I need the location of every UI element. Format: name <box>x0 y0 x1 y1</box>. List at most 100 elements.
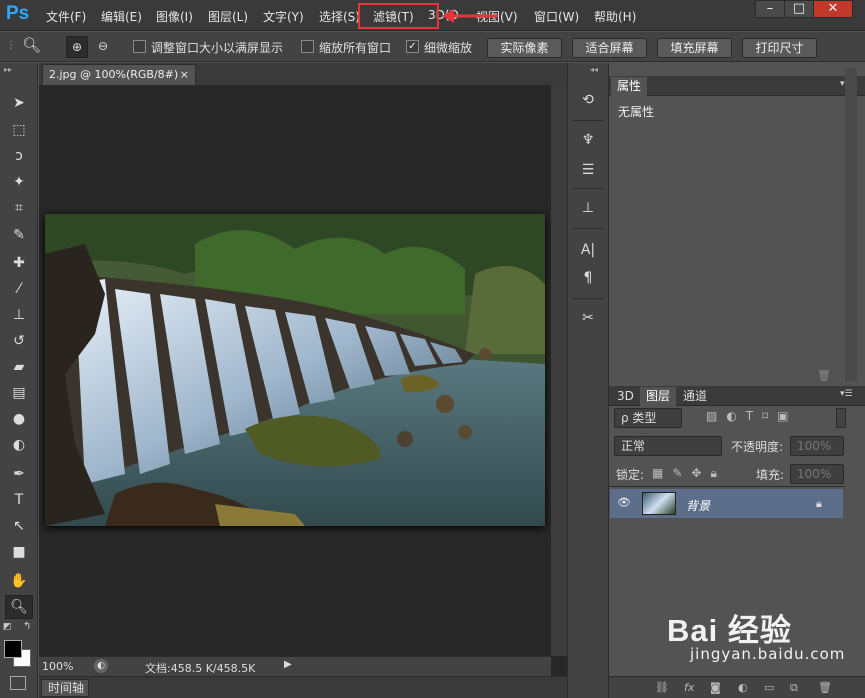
rectangle-tool-icon[interactable]: ■ <box>5 540 33 564</box>
filter-toggle[interactable] <box>836 408 846 428</box>
tab-close-icon[interactable]: × <box>180 65 189 84</box>
tab-layers[interactable]: 图层 <box>640 387 677 406</box>
menu-layer[interactable]: 图层(L) <box>208 8 248 25</box>
crop-tool-icon[interactable]: ⌗ <box>5 196 33 220</box>
document-tab-title: 2.jpg @ 100%(RGB/8#) <box>49 68 179 81</box>
properties-trash-icon[interactable]: 🗑︎ <box>817 369 831 382</box>
properties-scrollbar[interactable] <box>845 68 857 381</box>
tools-collapse-icon[interactable]: ▸▸ <box>4 65 12 74</box>
properties-empty-label: 无属性 <box>618 105 655 119</box>
zoom-tool-selected-icon[interactable]: 🔍︎ <box>5 595 33 619</box>
document-tab[interactable]: 2.jpg @ 100%(RGB/8#) × <box>42 64 196 85</box>
zoom-all-windows-checkbox[interactable] <box>301 40 314 53</box>
eyedropper-tool-icon[interactable]: ✎ <box>5 223 33 247</box>
tab-properties[interactable]: 属性 <box>611 77 648 96</box>
timeline-panel-tab[interactable]: 时间轴 <box>39 676 567 698</box>
print-size-button[interactable]: 打印尺寸 <box>742 38 817 58</box>
character-panel-icon[interactable]: A| <box>570 238 606 262</box>
close-icon[interactable]: ✕ <box>813 0 853 18</box>
timeline-tab-label[interactable]: 时间轴 <box>41 679 89 697</box>
history-brush-tool-icon[interactable]: ↺ <box>5 329 33 353</box>
baidu-watermark-logo: Bai 经验 <box>667 613 792 648</box>
lock-icons[interactable]: ▦✎✥🔒︎ <box>652 466 726 481</box>
document-image-waterfall <box>45 214 545 526</box>
menu-type[interactable]: 文字(Y) <box>263 8 304 25</box>
move-tool-icon[interactable]: ➤ <box>5 91 33 115</box>
status-info-icon[interactable]: ◐ <box>94 659 108 673</box>
menu-file[interactable]: 文件(F) <box>46 8 86 25</box>
options-grip-icon: ⋮ <box>6 40 16 51</box>
hand-tool-icon[interactable]: ✋ <box>5 569 33 593</box>
eraser-tool-icon[interactable]: ▰ <box>5 355 33 379</box>
menu-select[interactable]: 选择(S) <box>319 8 360 25</box>
menu-image[interactable]: 图像(I) <box>156 8 193 25</box>
layers-menu-icon[interactable]: ▾☰ <box>840 389 853 399</box>
layer-visibility-eye-icon[interactable]: 👁︎ <box>617 496 631 509</box>
delete-layer-icon[interactable]: 🗑︎ <box>818 681 832 694</box>
new-group-icon[interactable]: ▭ <box>764 681 774 694</box>
lasso-tool-icon[interactable]: ↄ <box>5 144 33 168</box>
strip-separator <box>572 188 604 189</box>
quick-mask-icon[interactable] <box>10 676 26 690</box>
scrubby-zoom-checkbox[interactable]: ✓ <box>406 40 419 53</box>
strip-separator <box>572 298 604 299</box>
foreground-color-swatch[interactable] <box>4 640 22 658</box>
link-layers-icon[interactable]: ⛓ <box>655 681 669 694</box>
fill-screen-button[interactable]: 填充屏幕 <box>657 38 732 58</box>
properties-tab-row <box>609 76 865 96</box>
brush-panel-icon[interactable]: ♆ <box>570 128 606 152</box>
zoom-in-icon[interactable]: ⊕ <box>66 36 88 58</box>
new-layer-icon[interactable]: ⧉ <box>790 681 798 695</box>
resize-windows-checkbox[interactable] <box>133 40 146 53</box>
baidu-watermark-url: jingyan.baidu.com <box>690 645 846 663</box>
menu-window[interactable]: 窗口(W) <box>534 8 579 25</box>
maximize-icon[interactable]: □ <box>784 0 814 18</box>
brush-tool-icon[interactable]: ⁄ <box>5 277 33 301</box>
blend-mode-dropdown[interactable]: 正常 <box>614 436 722 456</box>
menu-edit[interactable]: 编辑(E) <box>101 8 142 25</box>
zoom-level[interactable]: 100% <box>42 660 73 673</box>
brush-presets-icon[interactable]: ☰ <box>570 158 606 182</box>
zoom-tool-icon[interactable]: 🔍︎ <box>22 36 41 54</box>
photoshop-logo: Ps <box>6 3 30 24</box>
resize-windows-label: 调整窗口大小以满屏显示 <box>151 41 284 55</box>
history-panel-icon[interactable]: ⟲ <box>570 88 606 112</box>
layer-style-icon[interactable]: fx <box>684 681 694 694</box>
magic-wand-tool-icon[interactable]: ✦ <box>5 170 33 194</box>
fill-label: 填充: <box>756 468 785 482</box>
tab-3d[interactable]: 3D <box>611 387 640 406</box>
clone-source-icon[interactable]: ⊥ <box>570 196 606 220</box>
red-arrow-icon <box>442 9 498 23</box>
pen-tool-icon[interactable]: ✒ <box>5 462 33 486</box>
status-menu-arrow-icon[interactable]: ▶ <box>284 659 292 670</box>
type-tool-icon[interactable]: T <box>5 488 33 512</box>
healing-brush-tool-icon[interactable]: ✚ <box>5 251 33 275</box>
marquee-tool-icon[interactable]: ⬚ <box>5 118 33 142</box>
swap-colors-icon[interactable]: ↰ <box>23 621 31 632</box>
layer-name[interactable]: 背景 <box>686 497 710 514</box>
fill-input[interactable]: 100% <box>790 464 844 484</box>
vertical-scrollbar[interactable] <box>551 85 567 656</box>
fit-screen-button[interactable]: 适合屏幕 <box>572 38 647 58</box>
actual-pixels-button[interactable]: 实际像素 <box>487 38 562 58</box>
zoom-out-icon[interactable]: ⊖ <box>92 36 114 58</box>
layer-filter-dropdown[interactable]: ρ 类型 <box>614 408 682 428</box>
layers-divider <box>609 486 845 487</box>
menu-help[interactable]: 帮助(H) <box>594 8 636 25</box>
layer-filter-icons[interactable]: ▨◐T⌑▣ <box>706 409 798 423</box>
dodge-tool-icon[interactable]: ◐ <box>5 433 33 457</box>
clone-stamp-tool-icon[interactable]: ⊥ <box>5 303 33 327</box>
default-colors-icon[interactable]: ◩ <box>3 622 12 632</box>
add-mask-icon[interactable]: ◙ <box>710 681 721 694</box>
strip-collapse-icon[interactable]: ◂◂ <box>590 65 598 74</box>
opacity-input[interactable]: 100% <box>790 436 844 456</box>
blur-tool-icon[interactable]: ● <box>5 407 33 431</box>
paragraph-panel-icon[interactable]: ¶ <box>570 266 606 290</box>
gradient-tool-icon[interactable]: ▤ <box>5 381 33 405</box>
status-bar: 100% ◐ 文档:458.5 K/458.5K ▶ <box>39 656 551 676</box>
adjustment-layer-icon[interactable]: ◐ <box>738 681 748 694</box>
path-selection-tool-icon[interactable]: ↖ <box>5 514 33 538</box>
minimize-icon[interactable]: – <box>755 0 785 18</box>
tool-presets-icon[interactable]: ✂ <box>570 306 606 330</box>
tab-channels[interactable]: 通道 <box>677 387 713 406</box>
